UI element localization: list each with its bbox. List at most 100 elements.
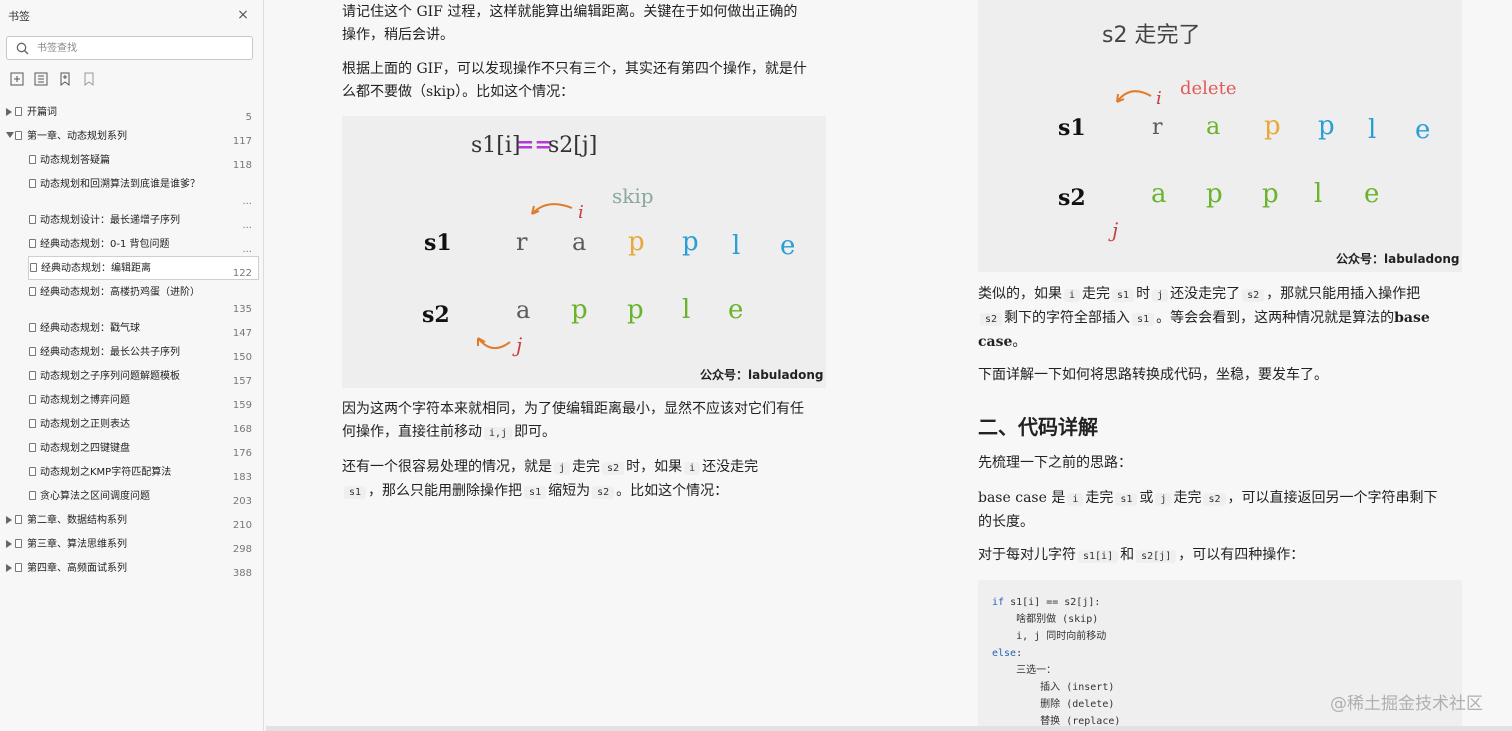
document-icon [15, 515, 22, 524]
figure-delete: s2 走完了 delete i s1 r a p p l e s2 a p p … [978, 0, 1462, 272]
bookmark-label: 动态规划之四键键盘 [40, 443, 130, 454]
inline-code: i [1064, 289, 1081, 302]
fig-row2-label: s2 [1058, 185, 1086, 211]
paragraph: 类似的，如果 i 走完 s1 时 j 还没走完了 s2 ，那就只能用插入操作把 s2 剩下的字符全… [978, 286, 1430, 350]
inline-code: s1 [524, 486, 547, 499]
expand-arrow-icon[interactable] [6, 540, 12, 548]
bookmark-label: 第三章、算法思维系列 [27, 539, 127, 550]
bookmark-label: 动态规划答疑篇 [40, 155, 110, 166]
bookmark-label: 第四章、高频面试系列 [27, 563, 127, 574]
fig-row1-char: r [516, 228, 528, 256]
figure-credit: 公众号：labuladong [700, 368, 824, 382]
fig-row1-char: e [1415, 115, 1430, 145]
fig-row2-char: a [516, 296, 530, 324]
page-left: 请记住这个 GIF 过程，这样就能算出编辑距离。关键在于如何做出正确的 操作，稍… [342, 0, 828, 731]
fig-row2-char: p [1206, 179, 1223, 209]
document-icon [15, 539, 22, 548]
document-icon [29, 347, 36, 356]
bookmark-item[interactable]: 第一章、动态规划系列 117 [0, 124, 262, 148]
document-icon [15, 563, 22, 572]
inline-code: j [554, 462, 571, 475]
bookmark-page: 157 [232, 376, 252, 387]
inline-code: i [684, 462, 701, 475]
bookmark-item[interactable]: 动态规划之正则表达 168 [0, 412, 262, 436]
bookmark-item[interactable]: 动态规划之KMP字符匹配算法 183 [0, 460, 262, 484]
bookmark-item[interactable]: 第二章、数据结构系列 210 [0, 508, 262, 532]
bookmark-page: 183 [232, 472, 252, 483]
bookmark-page: 147 [232, 328, 252, 339]
bookmark-item[interactable]: 第四章、高频面试系列 388 [0, 556, 262, 580]
bookmark-item[interactable]: 经典动态规划：高楼扔鸡蛋（进阶） 135 [0, 280, 262, 316]
bookmark-page: 298 [232, 544, 252, 555]
bookmark-label: 开篇词 [27, 107, 57, 118]
bookmark-page: 135 [232, 304, 252, 315]
horizontal-scrollbar[interactable] [266, 726, 1512, 731]
page-right: s2 走完了 delete i s1 r a p p l e s2 a p p … [978, 0, 1462, 731]
fig-row1-label: s1 [424, 230, 452, 256]
bookmark-item[interactable]: 开篇词 5 [0, 100, 262, 124]
document-icon [29, 443, 36, 452]
bookmark-label: 经典动态规划：0-1 背包问题 [40, 239, 170, 250]
document-icon [29, 239, 36, 248]
fig-row1-char: a [572, 228, 586, 256]
inline-code: s2 [980, 313, 1003, 326]
fig-row1-char: p [1318, 111, 1335, 141]
collapse-arrow-icon[interactable] [6, 132, 14, 138]
document-icon [29, 491, 36, 500]
fig-row1-char: p [1264, 111, 1281, 141]
bookmark-item[interactable]: 经典动态规划：0-1 背包问题 ... [0, 232, 262, 256]
bookmark-item[interactable]: 动态规划和回溯算法到底谁是谁爹？ ... [0, 172, 262, 208]
bookmark-icon[interactable] [82, 72, 96, 86]
bookmark-page: 5 [245, 112, 252, 123]
bookmark-search-input[interactable] [37, 40, 247, 56]
figure-credit: 公众号：labuladong [1336, 252, 1460, 266]
fig-row1-char: p [682, 227, 699, 257]
inline-code: s1 [1115, 493, 1138, 506]
bookmark-label: 贪心算法之区间调度问题 [40, 491, 150, 502]
paragraph: base case 是 i 走完 s1 或 j 走完 s2 ，可以直接返回另一个字符串剩下 的长… [978, 490, 1438, 530]
bookmark-item[interactable]: 经典动态规划：最长公共子序列 150 [0, 340, 262, 364]
fig-row2-char: e [728, 295, 743, 325]
inline-code: s2 [1203, 493, 1226, 506]
bookmark-item[interactable]: 第三章、算法思维系列 298 [0, 532, 262, 556]
bookmark-item[interactable]: 动态规划设计：最长递增子序列 ... [0, 208, 262, 232]
bookmark-item[interactable]: 贪心算法之区间调度问题 203 [0, 484, 262, 508]
bookmark-item[interactable]: 动态规划之四键键盘 176 [0, 436, 262, 460]
document-icon [29, 419, 36, 428]
collapse-all-icon[interactable] [34, 72, 48, 86]
expand-arrow-icon[interactable] [6, 516, 12, 524]
bookmark-label: 经典动态规划：最长公共子序列 [40, 347, 180, 358]
inline-code: i,j [484, 427, 513, 440]
bookmark-list: 开篇词 5 第一章、动态规划系列 117 动态规划答疑篇 118 动态规划和回溯… [0, 100, 262, 580]
expand-arrow-icon[interactable] [6, 108, 12, 116]
bookmark-item[interactable]: 动态规划之子序列问题解题模板 157 [0, 364, 262, 388]
bookmark-page: 168 [232, 424, 252, 435]
document-icon [15, 107, 22, 116]
paragraph: 先梳理一下之前的思路： [978, 455, 1132, 471]
add-bookmark-icon[interactable] [58, 72, 72, 86]
expand-arrow-icon[interactable] [6, 564, 12, 572]
fig-row1-char: r [1152, 115, 1163, 140]
fig-annotation-skip: skip [612, 184, 654, 208]
expand-all-icon[interactable] [10, 72, 24, 86]
bookmark-label: 动态规划之子序列问题解题模板 [40, 371, 180, 382]
inline-code: s1[i] [1078, 550, 1119, 563]
inline-code: s2 [602, 462, 625, 475]
paragraph: 对于每对儿字符 s1[i] 和 s2[j] ，可以有四种操作： [978, 547, 1305, 563]
bookmark-item[interactable]: 动态规划答疑篇 118 [0, 148, 262, 172]
close-icon[interactable]: × [236, 8, 250, 22]
bookmark-item[interactable]: 经典动态规划：戳气球 147 [0, 316, 262, 340]
bookmark-item[interactable]: 动态规划之博弈问题 159 [0, 388, 262, 412]
inline-code: i [1067, 493, 1084, 506]
sidebar-title: 书签 [8, 10, 30, 23]
bookmark-item-selected[interactable]: 经典动态规划：编辑距离 122 [28, 256, 259, 280]
bookmark-page: 118 [232, 160, 252, 171]
fig-row1-label: s1 [1058, 115, 1086, 141]
fig-row1-char: l [1368, 115, 1376, 145]
search-icon [16, 42, 29, 55]
bookmark-page: 122 [232, 268, 252, 279]
fig-row2-label: s2 [422, 302, 450, 328]
bookmark-search-box[interactable] [6, 36, 253, 60]
fig-title: s2 走完了 [1102, 23, 1200, 48]
figure-skip-drawing: s1[i] == s2[j] skip i s1 r a p p l e s2 … [422, 132, 795, 357]
